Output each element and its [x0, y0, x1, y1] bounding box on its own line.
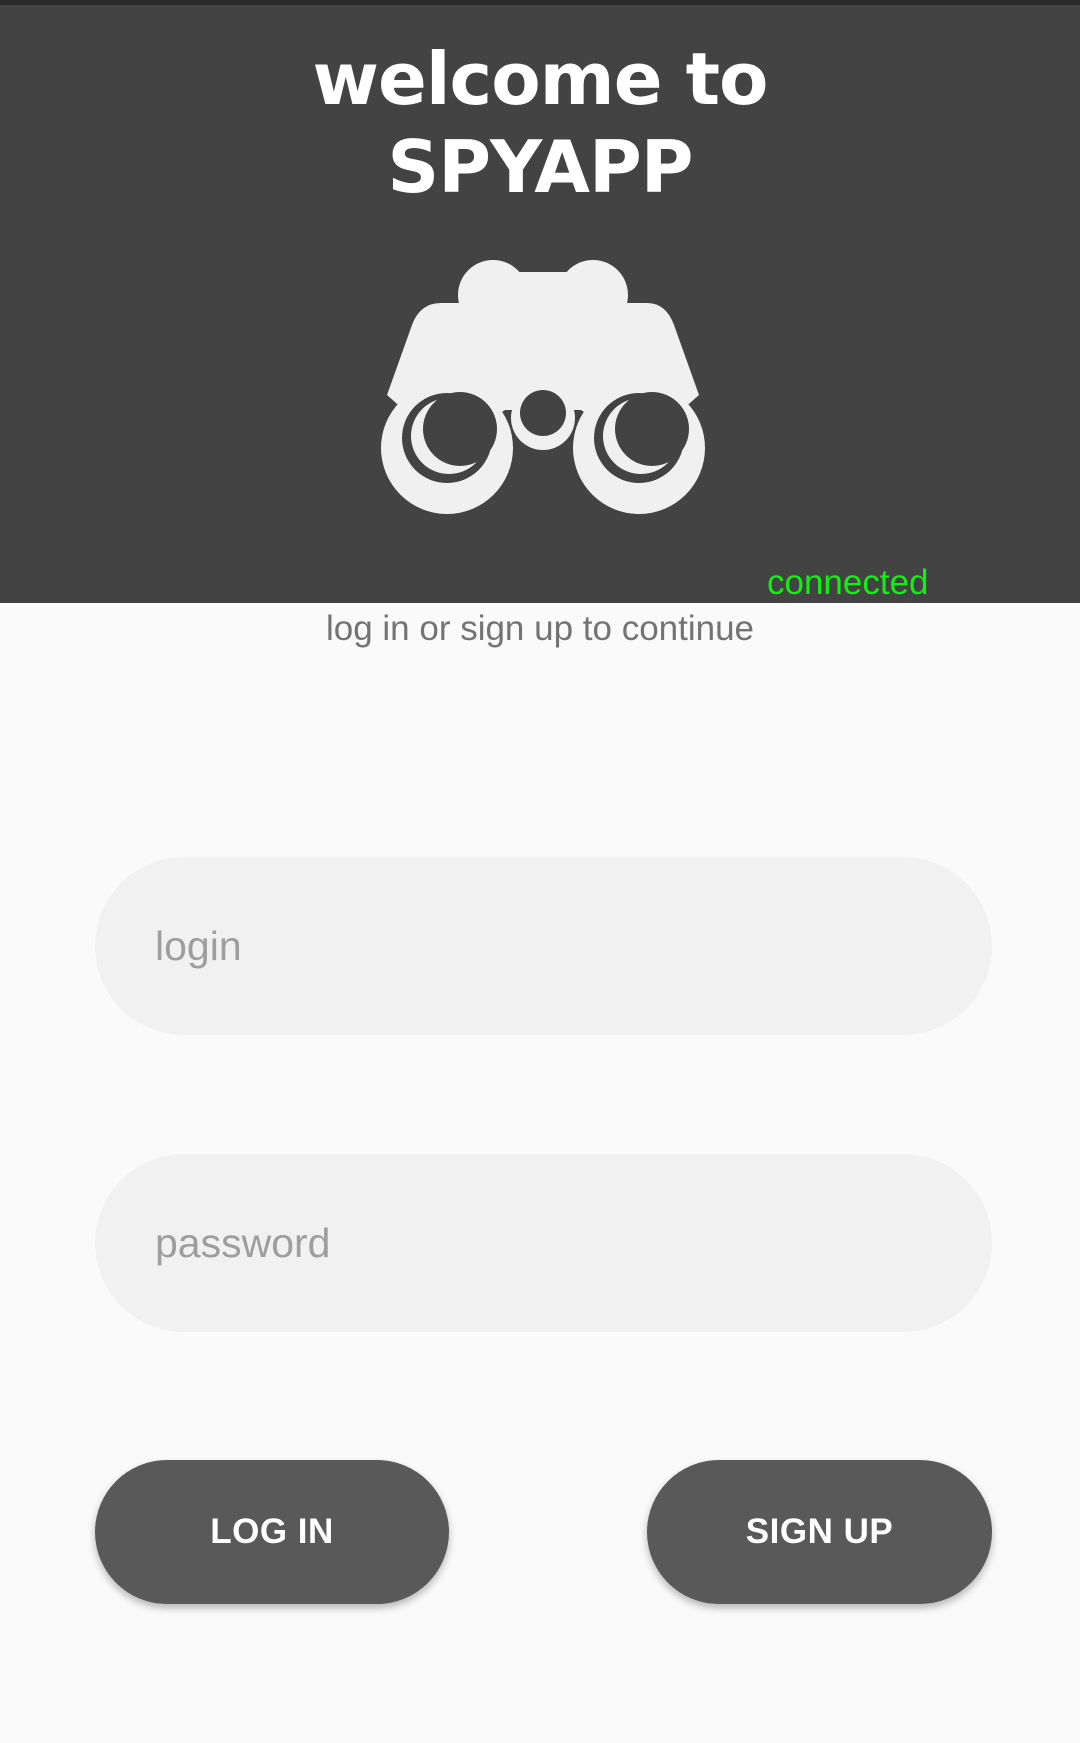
- connection-status: connected: [767, 563, 929, 602]
- welcome-title: welcome to SPYAPP: [0, 35, 1080, 211]
- binoculars-icon: [381, 260, 705, 514]
- log-in-button[interactable]: LOG IN: [95, 1460, 449, 1604]
- welcome-title-line1: welcome to: [312, 37, 769, 121]
- header-banner: welcome to SPYAPP connected: [0, 5, 1080, 603]
- login-input[interactable]: [95, 857, 992, 1035]
- password-input[interactable]: [95, 1154, 992, 1332]
- app-name: SPYAPP: [387, 125, 693, 209]
- instruction-text: log in or sign up to continue: [325, 609, 755, 648]
- sign-up-button[interactable]: SIGN UP: [647, 1460, 992, 1604]
